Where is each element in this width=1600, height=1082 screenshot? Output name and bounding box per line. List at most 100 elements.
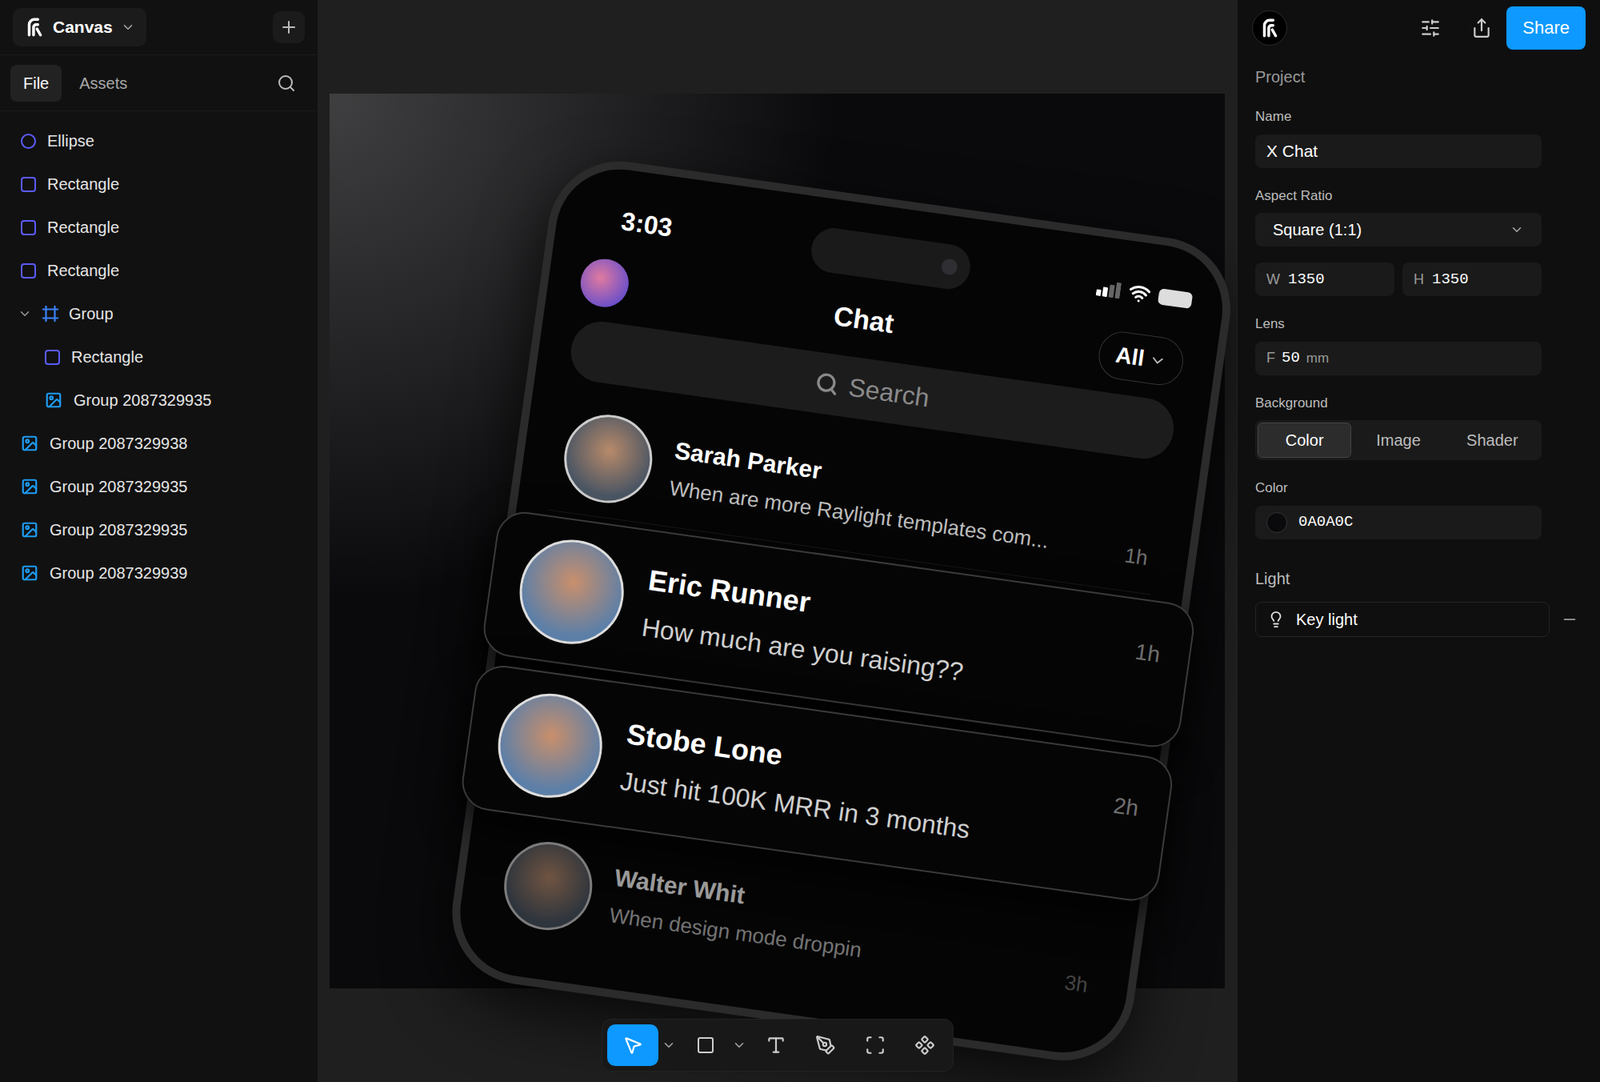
- layer-item[interactable]: Group 2087329938: [0, 421, 318, 465]
- aspect-ratio-select[interactable]: Square (1:1): [1255, 212, 1542, 247]
- field-label: Background: [1255, 392, 1583, 414]
- profile-avatar[interactable]: [577, 256, 632, 311]
- dynamic-island: [808, 224, 974, 292]
- expanded-chevron-icon[interactable]: [17, 306, 32, 321]
- avatar: [491, 686, 609, 804]
- background-segmented: ColorImageShader: [1255, 420, 1542, 460]
- canvas-area[interactable]: 3:03ChatAllSearchSarah ParkerWhen are mo…: [318, 0, 1237, 1082]
- dimension-field[interactable]: H 1350: [1402, 262, 1542, 296]
- search-icon: [813, 370, 841, 398]
- pen-tool-button[interactable]: [802, 1024, 849, 1066]
- search-placeholder: Search: [846, 368, 932, 418]
- remove-light-icon[interactable]: [1560, 610, 1579, 628]
- layer-item[interactable]: Rectangle: [0, 162, 318, 206]
- dimension-field[interactable]: W1350: [1255, 262, 1395, 296]
- rectangle-tool-button[interactable]: [682, 1024, 729, 1066]
- share-button[interactable]: Share: [1506, 6, 1586, 50]
- light-title: Light: [1255, 566, 1583, 591]
- layer-label: Group 2087329935: [49, 517, 188, 542]
- light-label: Key light: [1296, 607, 1358, 632]
- avatar: [558, 408, 658, 508]
- layer-item[interactable]: Group 2087329935: [0, 378, 318, 422]
- layer-label: Rectangle: [47, 172, 120, 196]
- chevron-down-icon: [1509, 222, 1524, 237]
- dimension-value: 1350: [1432, 268, 1469, 292]
- tool-menu-chevron-icon[interactable]: [661, 1037, 676, 1052]
- lightbulb-icon: [1267, 610, 1285, 628]
- layer-item[interactable]: Group 2087329939: [0, 551, 318, 595]
- frame-tool-icon: [864, 1034, 886, 1056]
- layer-label: Group: [68, 301, 114, 326]
- layer-label: Rectangle: [71, 344, 144, 369]
- name-field[interactable]: X Chat: [1255, 134, 1542, 168]
- layer-item[interactable]: Group: [0, 292, 318, 336]
- lens-field[interactable]: F50mm: [1255, 341, 1542, 376]
- tool-menu-chevron-icon[interactable]: [732, 1037, 747, 1052]
- select-value: Square (1:1): [1272, 217, 1362, 242]
- chevron-down-icon: [120, 20, 136, 35]
- layer-item[interactable]: Rectangle: [0, 205, 318, 249]
- rectangle-icon: [20, 220, 36, 236]
- layer-item[interactable]: Group 2087329935: [0, 508, 318, 552]
- frame-tool-button[interactable]: [852, 1024, 899, 1066]
- search-bar[interactable]: Search: [567, 317, 1178, 463]
- segment-option[interactable]: Color: [1257, 422, 1352, 458]
- color-field[interactable]: 0A0A0C: [1255, 505, 1542, 540]
- filter-dropdown[interactable]: All: [1096, 328, 1187, 388]
- logo-icon: [24, 16, 45, 38]
- tool-group: [752, 1024, 800, 1066]
- avatar: [498, 836, 598, 936]
- segment-option[interactable]: Shader: [1445, 422, 1540, 458]
- layer-item[interactable]: Rectangle: [0, 248, 318, 292]
- dimension-label: H: [1413, 268, 1424, 291]
- project-switcher[interactable]: Canvas: [12, 8, 147, 47]
- tool-group: [901, 1024, 948, 1066]
- light-item[interactable]: Key light: [1255, 601, 1550, 637]
- select-tool-button[interactable]: [607, 1024, 659, 1066]
- status-icons: [1071, 272, 1193, 312]
- dimension-value: 1350: [1288, 268, 1325, 292]
- group-frame-icon: [41, 304, 60, 323]
- search-icon[interactable]: [276, 73, 296, 93]
- image-icon: [20, 477, 39, 496]
- chat-message: Just hit 100K MRR in 3 months: [617, 761, 1088, 865]
- text-tool-button[interactable]: [752, 1024, 800, 1066]
- export-icon[interactable]: [1471, 17, 1492, 39]
- account-avatar[interactable]: [1252, 10, 1288, 46]
- layer-item[interactable]: Group 2087329935: [0, 464, 318, 508]
- segment-option[interactable]: Image: [1351, 422, 1445, 458]
- sidebar-tabs: FileAssets: [0, 55, 318, 112]
- lens-prefix: F: [1266, 347, 1276, 369]
- panel-body: ProjectNameX ChatAspect RatioSquare (1:1…: [1237, 55, 1600, 637]
- sidebar-tab[interactable]: File: [10, 64, 62, 102]
- layer-item[interactable]: Ellipse: [0, 119, 318, 163]
- image-icon: [20, 564, 39, 582]
- pen-tool-icon: [815, 1034, 836, 1056]
- lens-unit: mm: [1306, 348, 1329, 369]
- sidebar-tab[interactable]: Assets: [66, 64, 140, 102]
- layer-item[interactable]: Rectangle: [0, 335, 318, 379]
- layer-label: Group 2087329939: [49, 560, 188, 585]
- bottom-toolbar: [601, 1018, 954, 1072]
- settings-sliders-icon[interactable]: [1420, 17, 1441, 39]
- section-title: Project: [1255, 64, 1583, 89]
- image-icon: [20, 434, 39, 452]
- layer-label: Group 2087329935: [49, 474, 188, 499]
- rectangle-icon: [44, 349, 60, 365]
- avatar: [512, 532, 631, 651]
- field-label: Name: [1255, 106, 1583, 128]
- text-tool-icon: [765, 1034, 787, 1056]
- phone-mockup[interactable]: 3:03ChatAllSearchSarah ParkerWhen are mo…: [443, 152, 1237, 1070]
- chat-list: Sarah ParkerWhen are more Raylight templ…: [488, 393, 1167, 1024]
- chat-text: Stobe LoneJust hit 100K MRR in 3 months: [617, 712, 1095, 865]
- chat-time: 1h: [1132, 635, 1163, 672]
- battery-icon: [1157, 288, 1193, 309]
- app-name: Canvas: [52, 14, 113, 40]
- rectangle-icon: [20, 263, 36, 279]
- components-tool-button[interactable]: [901, 1024, 948, 1066]
- ellipse-icon: [20, 133, 36, 149]
- add-button[interactable]: [272, 11, 305, 44]
- right-panel: ShareProjectNameX ChatAspect RatioSquare…: [1236, 0, 1600, 1082]
- image-icon: [20, 520, 39, 539]
- color-swatch[interactable]: [1266, 512, 1288, 533]
